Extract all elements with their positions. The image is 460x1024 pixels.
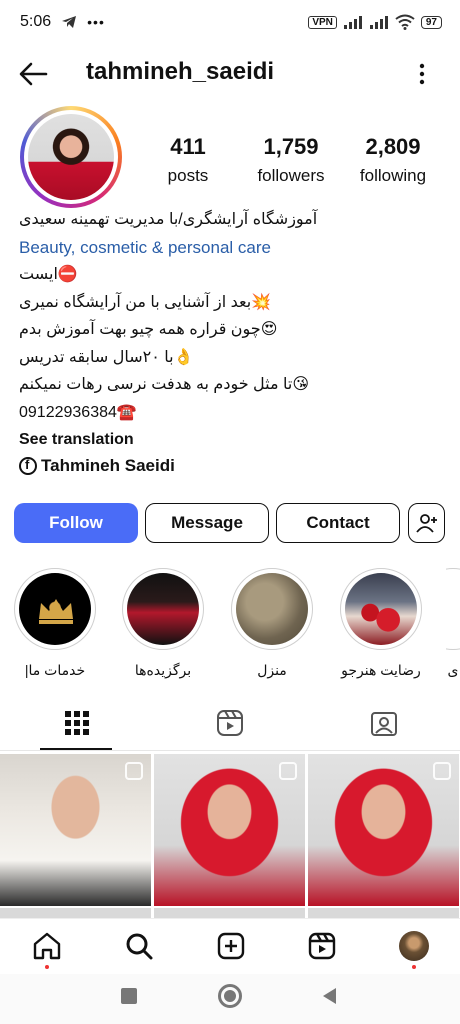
stat-following-value: 2,809 bbox=[365, 134, 421, 159]
profile-header: tahmineh_saeidi bbox=[0, 52, 460, 96]
facebook-icon bbox=[19, 457, 37, 475]
battery-indicator: 97 bbox=[420, 15, 442, 29]
stat-followers-value: 1,759 bbox=[263, 134, 319, 159]
home-notification-dot bbox=[45, 965, 49, 969]
highlight-home[interactable]: منزل bbox=[229, 568, 315, 679]
signal-icon-2 bbox=[369, 16, 388, 29]
recents-button[interactable] bbox=[121, 988, 137, 1004]
post-thumbnail[interactable] bbox=[308, 754, 459, 906]
stat-followers-label: followers bbox=[257, 166, 325, 185]
status-time: 5:06 bbox=[20, 13, 52, 30]
see-translation-link[interactable]: See translation bbox=[19, 426, 449, 454]
highlight-ring bbox=[231, 568, 313, 650]
profile-bio: آموزشگاه آرایشگری/با مدیریت تهمینه سعیدی… bbox=[19, 206, 449, 454]
bio-line-6: 😘تا مثل خودم به هدفت نرسی رهات نمیکنم bbox=[19, 376, 310, 393]
message-button[interactable]: Message bbox=[145, 503, 269, 543]
profile-username: tahmineh_saeidi bbox=[86, 58, 275, 85]
add-person-icon bbox=[415, 514, 437, 533]
facebook-link[interactable]: Tahmineh Saeidi bbox=[19, 456, 175, 476]
reel-badge-icon bbox=[125, 762, 143, 780]
home-icon[interactable] bbox=[32, 931, 62, 961]
post-thumbnail-partial[interactable] bbox=[154, 908, 305, 918]
grid-icon[interactable] bbox=[62, 708, 92, 738]
facebook-link-label: Tahmineh Saeidi bbox=[41, 456, 175, 475]
home-button-dot bbox=[224, 990, 236, 1002]
avatar-photo bbox=[28, 114, 114, 200]
highlight-thumbnail bbox=[127, 573, 199, 645]
follow-button[interactable]: Follow bbox=[14, 503, 138, 543]
highlight-ring bbox=[122, 568, 204, 650]
stat-posts-label: posts bbox=[167, 166, 209, 185]
highlight-label: برگزیده‌ها bbox=[134, 662, 192, 678]
home-button[interactable] bbox=[218, 984, 242, 1008]
profile-avatar[interactable] bbox=[20, 106, 122, 208]
suggested-accounts-button[interactable] bbox=[408, 503, 445, 543]
bio-line-5: 👌با ۲۰سال سابقه تدریس bbox=[19, 348, 194, 366]
highlight-services[interactable]: خدمات ما| bbox=[12, 568, 98, 679]
highlight-reviews[interactable]: رضایت هنرجو bbox=[338, 568, 424, 679]
bio-line-2: ⛔ایست bbox=[19, 266, 78, 283]
telegram-icon bbox=[62, 16, 77, 28]
highlight-ring bbox=[446, 568, 460, 650]
crown-icon bbox=[19, 573, 91, 645]
post-thumbnail-partial[interactable] bbox=[308, 908, 459, 918]
bio-line-1: آموزشگاه آرایشگری/با مدیریت تهمینه سعیدی bbox=[19, 211, 318, 228]
back-arrow-icon[interactable] bbox=[18, 60, 48, 88]
bottom-navigation bbox=[0, 918, 460, 974]
profile-avatar-nav[interactable] bbox=[399, 931, 429, 961]
reel-badge-icon bbox=[433, 762, 451, 780]
stat-followers[interactable]: 1,759 followers bbox=[253, 134, 329, 186]
bio-line-4: 😍چون قراره همه چیو بهت آموزش بدم bbox=[19, 321, 278, 338]
reel-badge-icon bbox=[279, 762, 297, 780]
highlight-label: رضایت هنرجو bbox=[341, 662, 421, 678]
android-navigation-bar bbox=[0, 974, 460, 1024]
avatar-frame bbox=[24, 110, 118, 204]
highlight-thumbnail bbox=[345, 573, 417, 645]
stat-posts-value: 411 bbox=[170, 134, 206, 159]
stat-posts[interactable]: 411 posts bbox=[158, 134, 218, 186]
stat-following-label: following bbox=[359, 166, 427, 185]
back-button[interactable] bbox=[320, 986, 338, 1006]
highlight-thumbnail bbox=[236, 573, 308, 645]
highlight-label: منزل bbox=[257, 662, 287, 678]
search-icon[interactable] bbox=[124, 931, 154, 961]
highlight-ring bbox=[340, 568, 422, 650]
highlight-label: خدمات ما| bbox=[24, 662, 86, 678]
tabs-divider bbox=[0, 750, 460, 751]
profile-notification-dot bbox=[412, 965, 416, 969]
vpn-badge: VPN bbox=[308, 15, 337, 29]
bio-phone[interactable]: 09122936384☎️ bbox=[19, 399, 449, 427]
post-thumbnail[interactable] bbox=[154, 754, 305, 906]
reels-icon[interactable] bbox=[215, 708, 245, 738]
wifi-icon bbox=[395, 14, 415, 30]
post-thumbnail[interactable] bbox=[0, 754, 151, 906]
highlight-label: ی bbox=[447, 662, 459, 678]
bio-line-3: 💥بعد از آشنایی با من آرایشگاه نمیری bbox=[19, 293, 272, 311]
stat-following[interactable]: 2,809 following bbox=[354, 134, 432, 186]
create-icon[interactable] bbox=[216, 931, 246, 961]
more-notifications-icon: ••• bbox=[87, 14, 105, 30]
highlight-ring bbox=[14, 568, 96, 650]
status-bar: 5:06 ••• VPN 97 bbox=[0, 0, 460, 44]
post-thumbnail-partial[interactable] bbox=[0, 908, 151, 918]
highlight-featured[interactable]: برگزیده‌ها bbox=[120, 568, 206, 679]
more-options-icon[interactable] bbox=[412, 62, 432, 86]
profile-category[interactable]: Beauty, cosmetic & personal care bbox=[19, 234, 449, 262]
contact-button[interactable]: Contact bbox=[276, 503, 400, 543]
signal-icon bbox=[343, 16, 362, 29]
tagged-icon[interactable] bbox=[369, 708, 399, 738]
highlight-partial[interactable]: ی bbox=[446, 568, 460, 679]
reels-nav-icon[interactable] bbox=[307, 931, 337, 961]
